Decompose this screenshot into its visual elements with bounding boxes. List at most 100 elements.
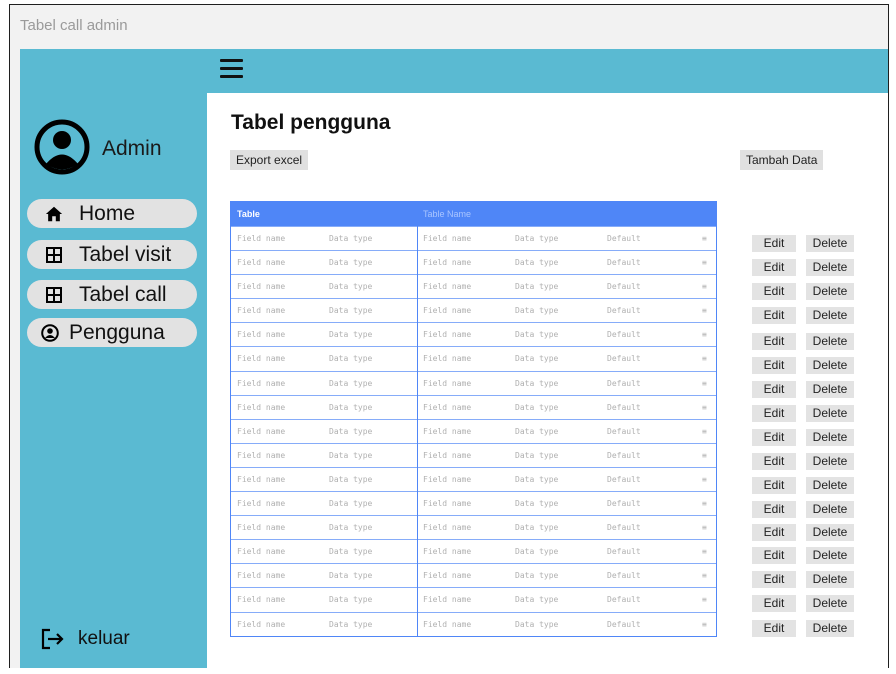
table-cell: Data type bbox=[329, 234, 373, 243]
table-cell: ≡ bbox=[702, 450, 707, 460]
users-table: Table Table Name Field name Data type Fiel… bbox=[230, 201, 717, 637]
table-cell: Field name bbox=[423, 450, 472, 460]
table-cell: Field name bbox=[423, 523, 472, 533]
delete-button[interactable]: Delete bbox=[806, 307, 854, 324]
table-cell: ≡ bbox=[702, 499, 707, 509]
table-cell: Default bbox=[607, 378, 641, 388]
add-data-button[interactable]: Tambah Data bbox=[740, 150, 824, 170]
table-cell: ≡ bbox=[702, 547, 707, 557]
table-cell: Data type bbox=[515, 547, 559, 557]
delete-button[interactable]: Delete bbox=[806, 235, 854, 252]
edit-button[interactable]: Edit bbox=[752, 307, 796, 324]
edit-button[interactable]: Edit bbox=[752, 501, 796, 518]
delete-button[interactable]: Delete bbox=[806, 333, 854, 350]
table-row: Field name Data type Field name Data type De… bbox=[231, 370, 716, 395]
main-content: Tabel pengguna Export excel Tambah Data … bbox=[207, 93, 888, 668]
delete-button[interactable]: Delete bbox=[806, 547, 854, 564]
table-cell: Data type bbox=[329, 619, 373, 629]
edit-button[interactable]: Edit bbox=[752, 429, 796, 446]
edit-button[interactable]: Edit bbox=[752, 333, 796, 350]
table-cell: Data type bbox=[515, 354, 559, 364]
table-cell: Field name bbox=[423, 354, 472, 364]
table-cell: Default bbox=[607, 426, 641, 436]
edit-button[interactable]: Edit bbox=[752, 381, 796, 398]
table-row: Field name Data type Field name Data type De… bbox=[231, 466, 716, 491]
delete-button[interactable]: Delete bbox=[806, 381, 854, 398]
edit-button[interactable]: Edit bbox=[752, 405, 796, 422]
edit-button[interactable]: Edit bbox=[752, 357, 796, 374]
table-cell: Field name bbox=[237, 595, 286, 605]
sidebar-item-pengguna[interactable]: Pengguna bbox=[27, 318, 197, 347]
edit-button[interactable]: Edit bbox=[752, 524, 796, 541]
table-row: Field name Data type Field name Data type De… bbox=[231, 442, 716, 467]
delete-button[interactable]: Delete bbox=[806, 595, 854, 612]
delete-button[interactable]: Delete bbox=[806, 524, 854, 541]
delete-button[interactable]: Delete bbox=[806, 405, 854, 422]
edit-button[interactable]: Edit bbox=[752, 259, 796, 276]
table-cell: Default bbox=[607, 619, 641, 629]
table-cell: ≡ bbox=[702, 354, 707, 364]
delete-button[interactable]: Delete bbox=[806, 357, 854, 374]
table-cell: Field name bbox=[237, 354, 286, 364]
delete-button[interactable]: Delete bbox=[806, 501, 854, 518]
table-cell: Field name bbox=[237, 523, 286, 533]
table-cell: Data type bbox=[329, 258, 373, 268]
table-cell: Field name bbox=[423, 234, 472, 243]
sidebar-item-home[interactable]: Home bbox=[27, 199, 197, 228]
delete-button[interactable]: Delete bbox=[806, 453, 854, 470]
edit-button[interactable]: Edit bbox=[752, 283, 796, 300]
table-cell: Data type bbox=[329, 547, 373, 557]
delete-button[interactable]: Delete bbox=[806, 283, 854, 300]
table-cell: Data type bbox=[515, 258, 559, 268]
table-cell: Data type bbox=[515, 619, 559, 629]
table-row: Field name Data type Field name Data type De… bbox=[231, 515, 716, 539]
table-header: Table Table Name bbox=[231, 202, 716, 226]
edit-button[interactable]: Edit bbox=[752, 595, 796, 612]
table-cell: Default bbox=[607, 571, 641, 581]
table-cell: ≡ bbox=[702, 258, 707, 268]
sidebar-item-label: Pengguna bbox=[69, 320, 165, 344]
hamburger-menu-icon[interactable] bbox=[220, 56, 246, 82]
edit-button[interactable]: Edit bbox=[752, 620, 796, 637]
table-cell: Data type bbox=[329, 306, 373, 316]
table-cell: Field name bbox=[423, 426, 472, 436]
table-cell: Field name bbox=[237, 571, 286, 581]
edit-button[interactable]: Edit bbox=[752, 477, 796, 494]
sidebar-item-tabel-call[interactable]: Tabel call bbox=[27, 280, 197, 309]
table-cell: Default bbox=[607, 523, 641, 533]
export-excel-button[interactable]: Export excel bbox=[230, 150, 309, 170]
table-cell: Data type bbox=[515, 282, 559, 292]
table-cell: Default bbox=[607, 306, 641, 316]
delete-button[interactable]: Delete bbox=[806, 477, 854, 494]
table-cell: Data type bbox=[515, 595, 559, 605]
table-cell: Default bbox=[607, 354, 641, 364]
edit-button[interactable]: Edit bbox=[752, 547, 796, 564]
table-cell: Field name bbox=[423, 306, 472, 316]
table-cell: Field name bbox=[237, 234, 286, 243]
sidebar-item-tabel-visit[interactable]: Tabel visit bbox=[27, 240, 197, 269]
table-cell: Field name bbox=[423, 547, 472, 557]
table-cell: Default bbox=[607, 499, 641, 509]
edit-button[interactable]: Edit bbox=[752, 453, 796, 470]
delete-button[interactable]: Delete bbox=[806, 571, 854, 588]
table-cell: Field name bbox=[423, 282, 472, 292]
delete-button[interactable]: Delete bbox=[806, 429, 854, 446]
edit-button[interactable]: Edit bbox=[752, 571, 796, 588]
logout-button[interactable]: keluar bbox=[40, 627, 130, 651]
table-cell: Field name bbox=[237, 426, 286, 436]
user-avatar-icon bbox=[34, 119, 90, 175]
table-cell: Data type bbox=[329, 523, 373, 533]
delete-button[interactable]: Delete bbox=[806, 620, 854, 637]
table-cell: Field name bbox=[237, 258, 286, 268]
edit-button[interactable]: Edit bbox=[752, 235, 796, 252]
table-cell: ≡ bbox=[702, 619, 707, 629]
table-cell: Data type bbox=[329, 426, 373, 436]
delete-button[interactable]: Delete bbox=[806, 259, 854, 276]
page-title: Tabel pengguna bbox=[231, 111, 391, 134]
table-cell: Default bbox=[607, 402, 641, 412]
table-cell: Field name bbox=[423, 474, 472, 484]
table-cell: Field name bbox=[423, 258, 472, 268]
logout-icon bbox=[40, 627, 66, 651]
window-title: Tabel call admin bbox=[20, 17, 128, 34]
table-cell: Field name bbox=[237, 547, 286, 557]
